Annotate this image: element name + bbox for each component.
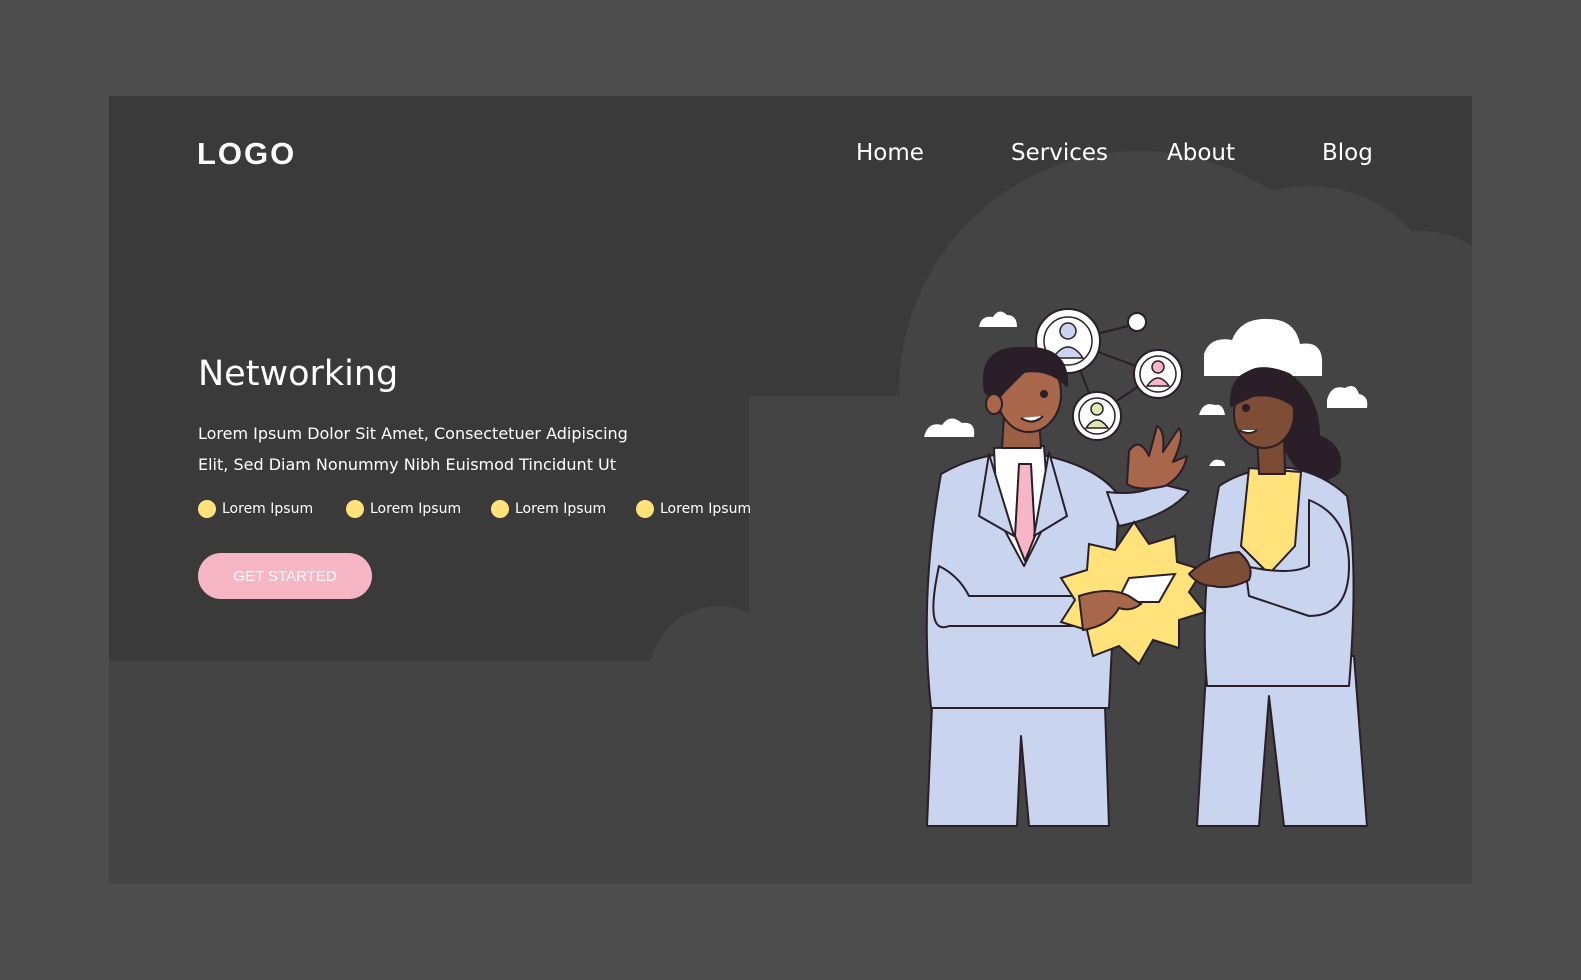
businesswoman-figure: [1188, 367, 1368, 827]
user-network-icon: [1072, 391, 1122, 441]
landing-card: LOGO Home Services About Blog Networking…: [109, 96, 1472, 884]
networking-illustration: [924, 308, 1368, 827]
user-network-icon: [1133, 349, 1183, 399]
